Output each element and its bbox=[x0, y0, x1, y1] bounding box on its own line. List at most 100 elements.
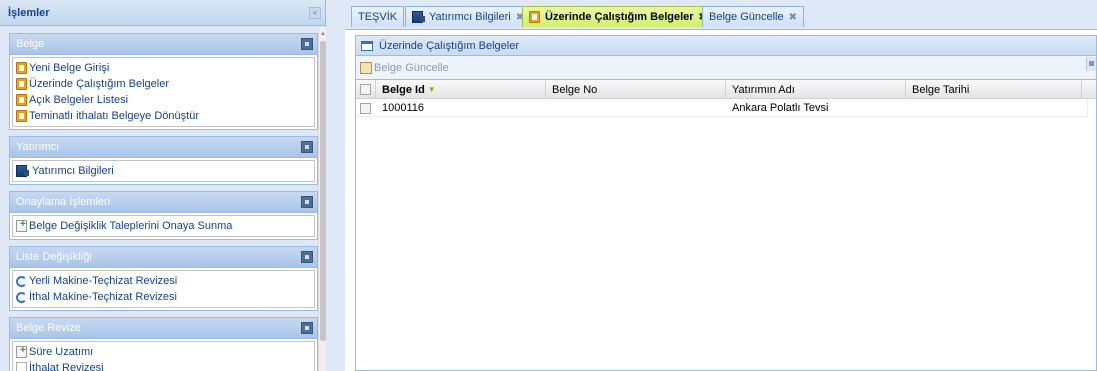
section-title: Liste Değişikliği bbox=[16, 251, 92, 263]
edit-document-icon bbox=[360, 61, 372, 74]
cell-belge-no bbox=[546, 99, 726, 117]
menu-item-label: Yatırımcı Bilgileri bbox=[32, 165, 114, 177]
section-title: Yatırımcı bbox=[16, 141, 60, 153]
collapse-panel-icon[interactable]: « bbox=[309, 7, 321, 19]
section-revize: Belge Revize Süre Uzatımı İthalat Revize… bbox=[9, 317, 318, 371]
menu-item-acik-belgeler[interactable]: Açık Belgeler Listesi bbox=[16, 92, 311, 108]
section-body: Süre Uzatımı İthalat Revizesi bbox=[12, 341, 315, 371]
document-add-icon bbox=[16, 345, 27, 358]
menu-item-yatirimci-bilgileri[interactable]: Yatırımcı Bilgileri bbox=[16, 163, 311, 179]
section-liste: Liste Değişikliği Yerli Makine-Teçhizat … bbox=[9, 246, 318, 311]
section-title: Onaylama İşlemleri bbox=[16, 196, 111, 208]
sort-descending-icon: ▼ bbox=[427, 85, 436, 94]
menu-item-yeni-belge[interactable]: Yeni Belge Girişi bbox=[16, 60, 311, 76]
collapse-icon[interactable] bbox=[301, 38, 313, 50]
collapse-icon[interactable] bbox=[301, 141, 313, 153]
cell-belge-tarihi bbox=[906, 99, 1082, 117]
menu-item-teminatli[interactable]: Teminatlı ithalatı Belgeye Dönüştür bbox=[16, 108, 311, 124]
west-panel-title: İşlemler bbox=[8, 6, 50, 19]
column-header-belge-no[interactable]: Belge No bbox=[546, 80, 726, 99]
collapse-icon[interactable] bbox=[301, 196, 313, 208]
tab-tesvik[interactable]: TEŞVİK bbox=[351, 6, 405, 27]
column-label: Belge Tarihi bbox=[912, 83, 970, 96]
column-header-belge-id[interactable]: Belge Id ▼ bbox=[376, 80, 546, 99]
row-checkbox[interactable] bbox=[360, 102, 371, 114]
table-row[interactable]: 1000116 Ankara Polatlı Tevsi bbox=[356, 99, 1088, 117]
collapse-icon[interactable] bbox=[301, 251, 313, 263]
tab-strip: TEŞVİK Yatırımcı Bilgileri ✖ Üzerinde Ça… bbox=[345, 0, 1097, 30]
documents-grid: Belge Id ▼ Belge No Yatırımın Adı Belge T… bbox=[356, 80, 1096, 117]
tab-yatirimci-bilgileri[interactable]: Yatırımcı Bilgileri ✖ bbox=[405, 6, 532, 27]
menu-item-uzerinde-calistigim[interactable]: Üzerinde Çalıştığım Belgeler bbox=[16, 76, 311, 92]
building-icon bbox=[412, 11, 425, 23]
section-yatirimci-header[interactable]: Yatırımcı bbox=[10, 137, 317, 158]
panel-header: Üzerinde Çalıştığım Belgeler bbox=[356, 36, 1096, 56]
refresh-icon bbox=[16, 291, 27, 303]
menu-item-label: Yerli Makine-Teçhizat Revizesi bbox=[29, 275, 178, 287]
west-panel: İşlemler « Belge Yeni Belge Girişi Üzeri… bbox=[0, 0, 326, 371]
tab-label: Belge Güncelle bbox=[709, 11, 784, 23]
section-yatirimci: Yatırımcı Yatırımcı Bilgileri bbox=[9, 136, 318, 185]
clipboard-icon bbox=[16, 78, 27, 90]
menu-item-label: İthalat Revizesi bbox=[29, 362, 104, 371]
clipboard-icon bbox=[16, 110, 27, 122]
clipboard-icon bbox=[16, 62, 27, 74]
menu-item-yerli-revize[interactable]: Yerli Makine-Teçhizat Revizesi bbox=[16, 273, 311, 289]
document-add-icon bbox=[16, 219, 27, 232]
section-title: Belge Revize bbox=[16, 322, 81, 334]
menu-item-label: Belge Değişiklik Taleplerini Onaya Sunma bbox=[29, 220, 233, 232]
panel-splitter[interactable] bbox=[326, 0, 345, 371]
tab-belge-guncelle[interactable]: Belge Güncelle ✖ bbox=[702, 6, 804, 27]
menu-item-onaya-sunma[interactable]: Belge Değişiklik Taleplerini Onaya Sunma bbox=[16, 218, 311, 234]
column-label: Yatırımın Adı bbox=[732, 83, 795, 96]
menu-item-label: Açık Belgeler Listesi bbox=[29, 94, 129, 106]
document-icon bbox=[16, 362, 27, 371]
section-liste-header[interactable]: Liste Değişikliği bbox=[10, 247, 317, 268]
section-body: Yeni Belge Girişi Üzerinde Çalıştığım Be… bbox=[12, 57, 315, 127]
section-belge: Belge Yeni Belge Girişi Üzerinde Çalıştı… bbox=[9, 33, 318, 130]
column-header-yatirimin-adi[interactable]: Yatırımın Adı bbox=[726, 80, 906, 99]
documents-panel: Üzerinde Çalıştığım Belgeler Belge Günce… bbox=[355, 35, 1097, 371]
row-checkbox-cell[interactable] bbox=[356, 99, 376, 117]
cell-yatirimin-adi: Ankara Polatlı Tevsi bbox=[732, 102, 829, 114]
section-body: Yerli Makine-Teçhizat Revizesi İthal Mak… bbox=[12, 270, 315, 308]
grid-header: Belge Id ▼ Belge No Yatırımın Adı Belge T… bbox=[356, 80, 1096, 99]
tab-uzerinde-calistigim[interactable]: Üzerinde Çalıştığım Belgeler ✖ bbox=[522, 6, 714, 27]
panel-title: Üzerinde Çalıştığım Belgeler bbox=[379, 39, 520, 52]
menu-item-label: Süre Uzatımı bbox=[29, 346, 94, 358]
west-panel-header: İşlemler « bbox=[0, 0, 325, 26]
menu-item-sure-uzatimi[interactable]: Süre Uzatımı bbox=[16, 344, 311, 360]
collapse-icon[interactable] bbox=[301, 322, 313, 334]
menu-item-ithal-revize[interactable]: İthal Makine-Teçhizat Revizesi bbox=[16, 289, 311, 305]
section-revize-header[interactable]: Belge Revize bbox=[10, 318, 317, 339]
select-all-checkbox[interactable] bbox=[360, 84, 371, 95]
select-all-checkbox-cell[interactable] bbox=[356, 80, 376, 99]
building-icon bbox=[16, 165, 29, 177]
app-window: İşlemler « Belge Yeni Belge Girişi Üzeri… bbox=[0, 0, 1097, 371]
menu-item-label: Teminatlı ithalatı Belgeye Dönüştür bbox=[29, 110, 199, 122]
section-onaylama: Onaylama İşlemleri Belge Değişiklik Tale… bbox=[9, 191, 318, 240]
column-label: Belge No bbox=[552, 83, 598, 96]
menu-item-label: İthal Makine-Teçhizat Revizesi bbox=[29, 291, 177, 303]
tab-label: TEŞVİK bbox=[358, 11, 398, 23]
belge-guncelle-button[interactable]: Belge Güncelle bbox=[360, 61, 449, 74]
panel-scroll-handle[interactable] bbox=[1086, 57, 1096, 71]
section-body: Belge Değişiklik Taleplerini Onaya Sunma bbox=[12, 215, 315, 237]
accordion-scrollbar[interactable]: ▲ bbox=[318, 27, 326, 371]
menu-item-label: Üzerinde Çalıştığım Belgeler bbox=[29, 78, 170, 90]
center-region: TEŞVİK Yatırımcı Bilgileri ✖ Üzerinde Ça… bbox=[345, 0, 1097, 371]
close-icon[interactable]: ✖ bbox=[789, 12, 797, 23]
accordion: Belge Yeni Belge Girişi Üzerinde Çalıştı… bbox=[0, 27, 326, 371]
clipboard-icon bbox=[529, 11, 540, 23]
cell-belge-id: 1000116 bbox=[382, 102, 425, 114]
tab-label: Üzerinde Çalıştığım Belgeler bbox=[545, 11, 694, 23]
window-icon bbox=[361, 40, 373, 51]
column-header-belge-tarihi[interactable]: Belge Tarihi bbox=[906, 80, 1082, 99]
section-body: Yatırımcı Bilgileri bbox=[12, 160, 315, 182]
menu-item-ithalat-revizesi[interactable]: İthalat Revizesi bbox=[16, 360, 311, 371]
tab-label: Yatırımcı Bilgileri bbox=[429, 11, 511, 23]
refresh-icon bbox=[16, 275, 27, 287]
section-title: Belge bbox=[16, 38, 45, 50]
section-onaylama-header[interactable]: Onaylama İşlemleri bbox=[10, 192, 317, 213]
section-belge-header[interactable]: Belge bbox=[10, 34, 317, 55]
